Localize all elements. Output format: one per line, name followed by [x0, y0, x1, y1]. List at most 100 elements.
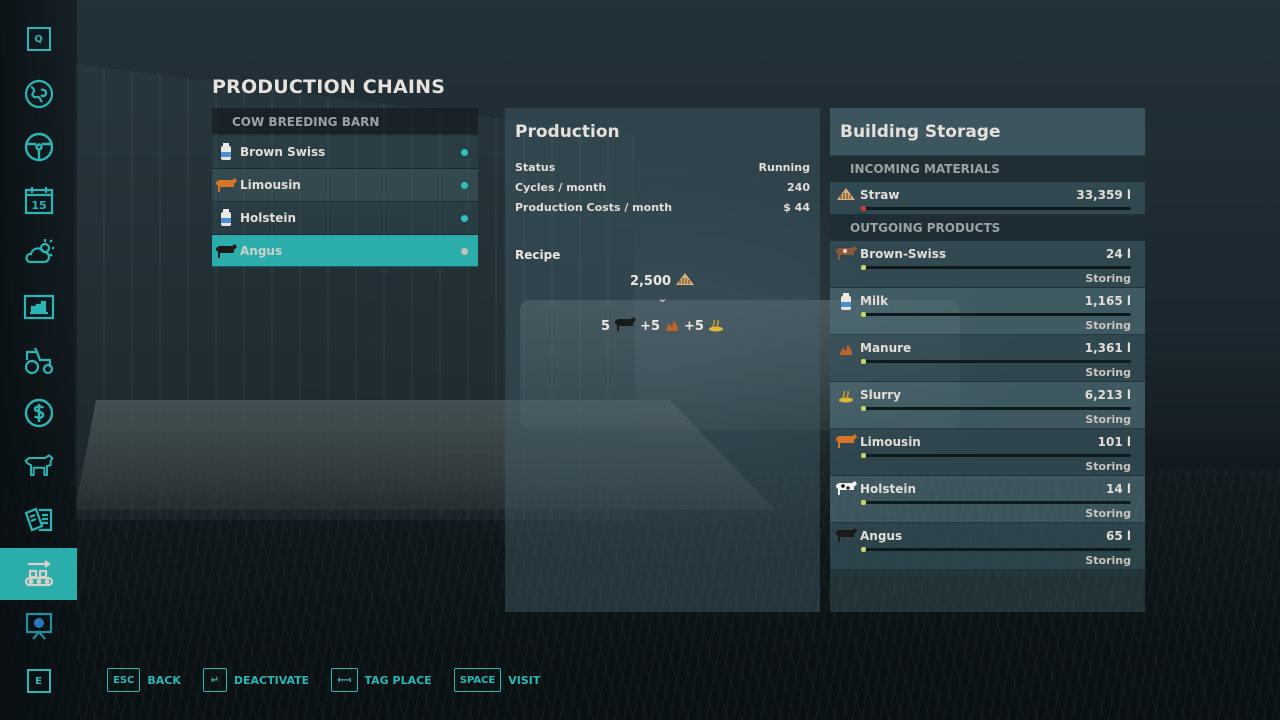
- deactivate-button[interactable]: DEACTIVATE: [234, 674, 309, 687]
- chain-item-label: Limousin: [240, 178, 301, 192]
- storage-item-state: Storing: [1085, 319, 1131, 332]
- storage-item-name: Brown-Swiss: [860, 247, 947, 261]
- limousin-cow-icon: [835, 434, 857, 452]
- storage-item-name: Angus: [860, 529, 903, 543]
- enter-key-icon[interactable]: ↵: [202, 668, 227, 692]
- storage-row-manure[interactable]: Manure 1,361 l Storing: [830, 335, 1145, 382]
- storage-row-straw[interactable]: Straw 33,359 l: [830, 182, 1145, 215]
- recipe-outputs: 5 +5 +5: [505, 316, 820, 336]
- storage-row-limousin[interactable]: Limousin 101 l Storing: [830, 429, 1145, 476]
- chain-item-brown-swiss[interactable]: Brown Swiss: [212, 136, 478, 169]
- sidebar-item-contracts[interactable]: [0, 494, 77, 546]
- e-key-icon: E: [26, 669, 51, 693]
- sidebar-item-weather[interactable]: [0, 226, 77, 278]
- storage-item-amount: 14 l: [1106, 482, 1131, 496]
- output-prefix: +5: [640, 318, 661, 334]
- sidebar-item-prices[interactable]: [0, 281, 77, 333]
- cow-icon: [23, 454, 54, 476]
- storage-item-name: Slurry: [860, 388, 901, 402]
- storage-fill-bar: [861, 406, 1131, 411]
- incoming-label: INCOMING MATERIALS: [830, 156, 1145, 182]
- limousin-cow-icon: [212, 178, 240, 192]
- storage-fill-bar: [861, 265, 1131, 270]
- outgoing-label: OUTGOING PRODUCTS: [830, 215, 1145, 241]
- chain-list: Brown Swiss Limousin Holstein Angus: [212, 136, 478, 267]
- tractor-icon: [24, 347, 53, 375]
- storage-item-amount: 24 l: [1106, 247, 1131, 261]
- storage-panel: Building Storage INCOMING MATERIALS Stra…: [830, 108, 1145, 612]
- storage-fill-bar: [861, 500, 1131, 505]
- chain-item-limousin[interactable]: Limousin: [212, 169, 478, 202]
- visit-button[interactable]: VISIT: [508, 674, 540, 687]
- angus-cow-icon: [614, 317, 637, 335]
- recipe-input-amount: 2,500: [629, 273, 672, 289]
- storage-row-angus[interactable]: Angus 65 l Storing: [830, 523, 1145, 570]
- sidebar-item-map[interactable]: [0, 68, 77, 120]
- storage-item-amount: 101 l: [1097, 435, 1131, 449]
- chain-item-label: Holstein: [240, 211, 297, 225]
- milk-can-icon: [212, 209, 240, 227]
- page-title: PRODUCTION CHAINS: [212, 76, 446, 98]
- sidebar-item-animals[interactable]: [0, 440, 77, 492]
- recipe-arrow-icon: ⌄: [657, 291, 668, 305]
- sidebar-item-finances[interactable]: [0, 387, 77, 439]
- storage-item-state: Storing: [1085, 366, 1131, 379]
- chain-item-label: Angus: [240, 243, 283, 258]
- recipe-title: Recipe: [515, 248, 561, 262]
- storage-item-name: Straw: [860, 188, 900, 202]
- storage-fill-level: [861, 453, 866, 458]
- storage-row-milk[interactable]: Milk 1,165 l Storing: [830, 288, 1145, 335]
- storage-item-state: Storing: [1085, 272, 1131, 285]
- svg-text:15: 15: [31, 199, 46, 212]
- sidebar-item-production[interactable]: [0, 548, 77, 600]
- status-value: Running: [758, 161, 810, 174]
- status-dot: [461, 149, 468, 156]
- sidebar-key-q[interactable]: Q: [0, 13, 77, 65]
- sidebar-item-calendar[interactable]: 15: [0, 174, 77, 226]
- presentation-icon: [25, 612, 52, 640]
- weather-icon: [24, 239, 54, 264]
- chain-item-angus[interactable]: Angus: [212, 235, 478, 267]
- storage-item-state: Storing: [1085, 413, 1131, 426]
- storage-item-state: Storing: [1085, 554, 1131, 567]
- brown-swiss-cow-icon: [835, 246, 857, 264]
- documents-icon: [24, 507, 52, 532]
- sidebar: Q 15 E: [0, 0, 77, 720]
- slurry-icon: [708, 316, 724, 336]
- space-key[interactable]: SPACE: [453, 668, 502, 692]
- storage-fill-bar: [861, 453, 1131, 458]
- back-button[interactable]: BACK: [147, 674, 181, 687]
- sidebar-item-vehicles[interactable]: [0, 121, 77, 173]
- status-dot: [461, 247, 468, 255]
- costs-row: Production Costs / month $ 44: [515, 201, 810, 214]
- storage-fill-bar: [861, 206, 1131, 211]
- storage-row-holstein[interactable]: Holstein 14 l Storing: [830, 476, 1145, 523]
- tab-key-icon[interactable]: ⟻: [331, 668, 358, 692]
- esc-key[interactable]: ESC: [107, 668, 141, 692]
- milk-can-icon: [212, 143, 240, 161]
- storage-row-slurry[interactable]: Slurry 6,213 l Storing: [830, 382, 1145, 429]
- storage-item-amount: 1,361 l: [1084, 341, 1131, 355]
- storage-fill-level: [861, 206, 866, 211]
- storage-fill-level: [861, 359, 866, 364]
- tag-place-button[interactable]: TAG PLACE: [365, 674, 432, 687]
- sidebar-key-e[interactable]: E: [0, 655, 77, 707]
- storage-row-brown-swiss[interactable]: Brown-Swiss 24 l Storing: [830, 241, 1145, 288]
- cycles-value: 240: [787, 181, 810, 194]
- status-row: Status Running: [515, 161, 810, 174]
- chain-item-holstein[interactable]: Holstein: [212, 202, 478, 235]
- storage-item-amount: 1,165 l: [1084, 294, 1131, 308]
- conveyor-icon: [24, 560, 53, 587]
- sidebar-item-garage[interactable]: [0, 334, 77, 386]
- storage-item-amount: 65 l: [1106, 529, 1131, 543]
- storage-title: Building Storage: [840, 122, 1001, 142]
- straw-icon: [675, 272, 695, 290]
- holstein-cow-icon: [835, 481, 857, 499]
- manure-icon: [835, 340, 857, 358]
- costs-label: Production Costs / month: [515, 201, 673, 214]
- output-prefix: +5: [684, 318, 704, 334]
- chain-item-label: Brown Swiss: [240, 145, 326, 159]
- cycles-row: Cycles / month 240: [515, 181, 810, 194]
- straw-icon: [835, 187, 857, 205]
- sidebar-item-tutorial[interactable]: [0, 600, 77, 652]
